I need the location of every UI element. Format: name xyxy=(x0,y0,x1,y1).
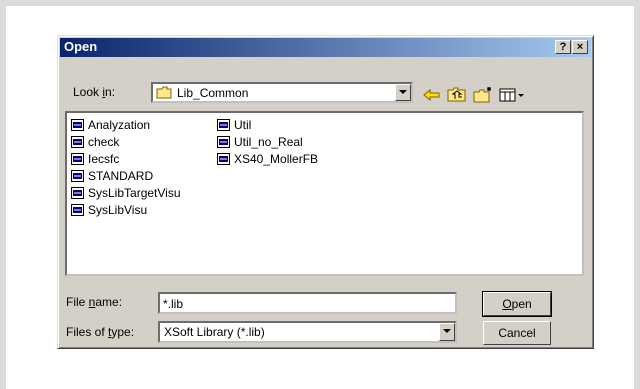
look-in-value: Lib_Common xyxy=(177,86,249,100)
library-file-icon xyxy=(217,136,230,148)
files-of-type-dropdown-button[interactable] xyxy=(439,323,455,341)
library-file-icon xyxy=(217,119,230,131)
library-file-icon xyxy=(71,170,84,182)
library-file-icon xyxy=(71,136,84,148)
files-of-type-combo[interactable]: XSoft Library (*.lib) xyxy=(158,321,457,343)
open-button[interactable]: Open xyxy=(482,291,552,317)
folder-icon xyxy=(156,86,173,103)
back-icon[interactable] xyxy=(421,85,443,105)
view-menu-icon[interactable] xyxy=(498,85,530,105)
chevron-down-icon xyxy=(399,90,407,94)
cancel-button[interactable]: Cancel xyxy=(483,321,551,345)
close-button[interactable]: × xyxy=(572,40,588,54)
files-of-type-value: XSoft Library (*.lib) xyxy=(164,325,265,339)
help-button[interactable]: ? xyxy=(555,40,571,54)
file-list[interactable]: Analyzation check Iecsfc STANDARD SysLib… xyxy=(65,111,584,276)
library-file-icon xyxy=(71,204,84,216)
files-of-type-label: Files of type: xyxy=(66,325,135,339)
look-in-label: Look in: xyxy=(73,85,116,99)
new-folder-icon[interactable] xyxy=(472,85,494,105)
library-file-icon xyxy=(71,187,84,199)
look-in-combo[interactable]: Lib_Common xyxy=(151,82,413,103)
library-file-icon xyxy=(71,153,84,165)
open-dialog: Open ? × Look in: Lib_Common Analyzation xyxy=(57,35,594,349)
up-one-level-icon[interactable] xyxy=(446,85,468,105)
library-file-icon xyxy=(217,153,230,165)
chevron-down-icon xyxy=(443,329,451,333)
library-file-icon xyxy=(71,119,84,131)
dialog-title: Open xyxy=(64,39,98,54)
title-bar[interactable]: Open ? × xyxy=(60,38,591,57)
file-name-label: File name: xyxy=(66,295,123,309)
file-name-input[interactable]: *.lib xyxy=(158,292,457,314)
look-in-dropdown-button[interactable] xyxy=(395,84,411,101)
